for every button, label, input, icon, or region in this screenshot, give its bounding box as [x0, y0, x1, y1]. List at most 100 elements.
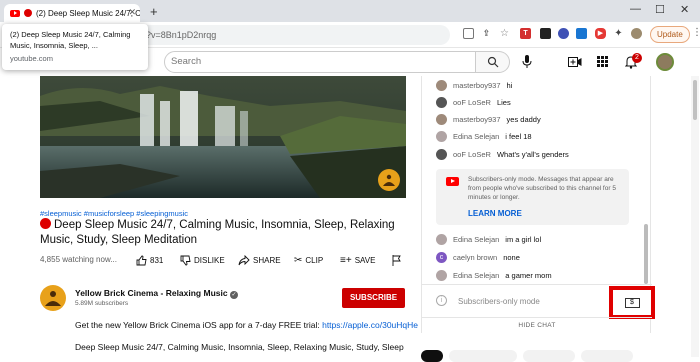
close-tab-icon[interactable]: ✕: [128, 7, 136, 18]
chat-text: yes daddy: [506, 115, 541, 124]
video-hashtags[interactable]: #sleepmusic #musicforsleep #sleepingmusi…: [40, 209, 188, 218]
live-dot-icon: [24, 9, 32, 17]
subscribers-only-notice: Subscribers-only mode. Messages that app…: [436, 169, 629, 225]
chat-author[interactable]: ooF LoSeR: [453, 150, 491, 159]
share-label: SHARE: [253, 256, 281, 265]
description-link[interactable]: https://apple.co/30uHqHe: [322, 320, 418, 330]
chat-author[interactable]: ooF LoSeR: [453, 98, 491, 107]
chat-text: i feel 18: [505, 132, 532, 141]
search-input[interactable]: Search: [164, 51, 476, 73]
verified-check-icon: ✓: [229, 291, 238, 299]
page-scrollbar[interactable]: [691, 76, 699, 357]
browser-tab[interactable]: (2) Deep Sleep Music 24/7, C ✕: [4, 4, 140, 22]
related-chips: [421, 350, 633, 362]
hover-card-title: (2) Deep Sleep Music 24/7, Calming Music…: [10, 30, 131, 50]
hide-chat-button[interactable]: HIDE CHAT: [422, 317, 652, 333]
chip-2[interactable]: [449, 350, 517, 362]
description-line-2: Deep Sleep Music 24/7, Calming Music, In…: [75, 342, 404, 352]
like-button[interactable]: 831: [136, 255, 163, 266]
thumbs-up-icon: [136, 255, 147, 266]
chat-author[interactable]: masterboy937: [453, 81, 501, 90]
super-chat-dollar-icon[interactable]: $: [624, 297, 640, 308]
profile-avatar[interactable]: [631, 28, 642, 39]
chip-all[interactable]: [421, 350, 443, 362]
report-button[interactable]: [392, 255, 401, 266]
subscribe-button[interactable]: SUBSCRIBE: [342, 288, 405, 308]
extension-youtube-icon[interactable]: ▶: [595, 28, 606, 39]
super-chat-highlight: $: [609, 286, 655, 319]
video-player[interactable]: [40, 76, 406, 198]
close-window-icon[interactable]: ✕: [680, 3, 689, 16]
chat-message: masterboy937 yes daddy: [436, 114, 541, 125]
add-to-playlist-icon: ≡+: [340, 255, 352, 266]
info-icon[interactable]: i: [436, 295, 447, 306]
extension-gear-icon[interactable]: [558, 28, 569, 39]
like-count: 831: [150, 256, 164, 265]
page-scroll-thumb[interactable]: [693, 80, 697, 120]
update-button[interactable]: Update: [650, 26, 690, 43]
chat-author[interactable]: caelyn brown: [453, 253, 497, 262]
chat-message: ooF LoSeR Lies: [436, 97, 511, 108]
notification-count-badge: 2: [632, 53, 642, 63]
create-video-icon[interactable]: [568, 57, 582, 67]
channel-name[interactable]: Yellow Brick Cinema - Relaxing Music ✓: [75, 288, 238, 299]
channel-name-text: Yellow Brick Cinema - Relaxing Music: [75, 288, 228, 298]
chip-3[interactable]: [523, 350, 575, 362]
chat-avatar[interactable]: [436, 131, 447, 142]
share-icon[interactable]: ⇪: [481, 28, 492, 39]
extension-t-icon[interactable]: T: [520, 28, 531, 39]
save-button[interactable]: ≡+ SAVE: [340, 255, 375, 266]
learn-more-link[interactable]: LEARN MORE: [468, 209, 522, 218]
account-avatar[interactable]: [656, 53, 674, 71]
chat-avatar[interactable]: [436, 80, 447, 91]
dislike-button[interactable]: DISLIKE: [180, 255, 225, 266]
chat-text: a gamer mom: [505, 271, 552, 280]
extension-dark-icon[interactable]: [540, 28, 551, 39]
chat-avatar[interactable]: [436, 114, 447, 125]
chat-text: none: [503, 253, 520, 262]
microphone-icon[interactable]: [522, 55, 532, 69]
youtube-favicon-icon: [10, 9, 20, 17]
chat-author[interactable]: masterboy937: [453, 115, 501, 124]
install-app-icon[interactable]: [463, 28, 474, 39]
clip-button[interactable]: ✂ CLIP: [294, 255, 323, 266]
extensions-puzzle-icon[interactable]: ✦: [613, 28, 624, 39]
tab-hover-card: (2) Deep Sleep Music 24/7, Calming Music…: [2, 24, 148, 70]
thumbs-down-icon: [180, 255, 191, 266]
chat-input-placeholder: Subscribers-only mode: [458, 297, 540, 306]
search-button[interactable]: [476, 51, 510, 73]
channel-avatar[interactable]: [40, 285, 66, 311]
search-icon: [487, 56, 498, 68]
chat-avatar[interactable]: [436, 97, 447, 108]
chat-avatar[interactable]: c: [436, 252, 447, 263]
video-thumbnail-waterfall: [40, 76, 406, 198]
share-arrow-icon: [238, 255, 250, 266]
chat-message: Edina Selejan a gamer mom: [436, 270, 552, 281]
minimize-icon[interactable]: —: [630, 3, 641, 15]
maximize-icon[interactable]: ☐: [655, 3, 665, 16]
chat-message: Edina Selejan im a girl lol: [436, 234, 541, 245]
chat-text: im a girl lol: [505, 235, 542, 244]
chat-text: What's y'all's genders: [496, 150, 569, 159]
chat-author[interactable]: Edina Selejan: [453, 271, 499, 280]
chat-scrollbar[interactable]: [644, 224, 648, 284]
chip-4[interactable]: [581, 350, 633, 362]
chat-message: masterboy937 hi: [436, 80, 512, 91]
hover-card-url: youtube.com: [10, 54, 53, 63]
chat-input-area: i Subscribers-only mode $: [422, 284, 655, 319]
chat-avatar[interactable]: [436, 270, 447, 281]
chat-author[interactable]: Edina Selejan: [453, 235, 499, 244]
tab-title: (2) Deep Sleep Music 24/7, C: [36, 8, 140, 18]
chat-avatar[interactable]: [436, 149, 447, 160]
new-tab-icon[interactable]: +: [150, 4, 158, 19]
menu-kebab-icon[interactable]: ⋮: [692, 27, 700, 38]
extension-blue-icon[interactable]: [576, 28, 587, 39]
bookmark-star-icon[interactable]: ☆: [499, 28, 510, 39]
apps-grid-icon[interactable]: [597, 56, 608, 67]
search-placeholder: Search: [171, 56, 202, 67]
chat-author[interactable]: Edina Selejan: [453, 132, 499, 141]
address-bar[interactable]: ?v=8Bn1pD2nrqg: [110, 25, 450, 45]
live-red-circle-icon: [40, 218, 51, 229]
share-button[interactable]: SHARE: [238, 255, 281, 266]
chat-avatar[interactable]: [436, 234, 447, 245]
